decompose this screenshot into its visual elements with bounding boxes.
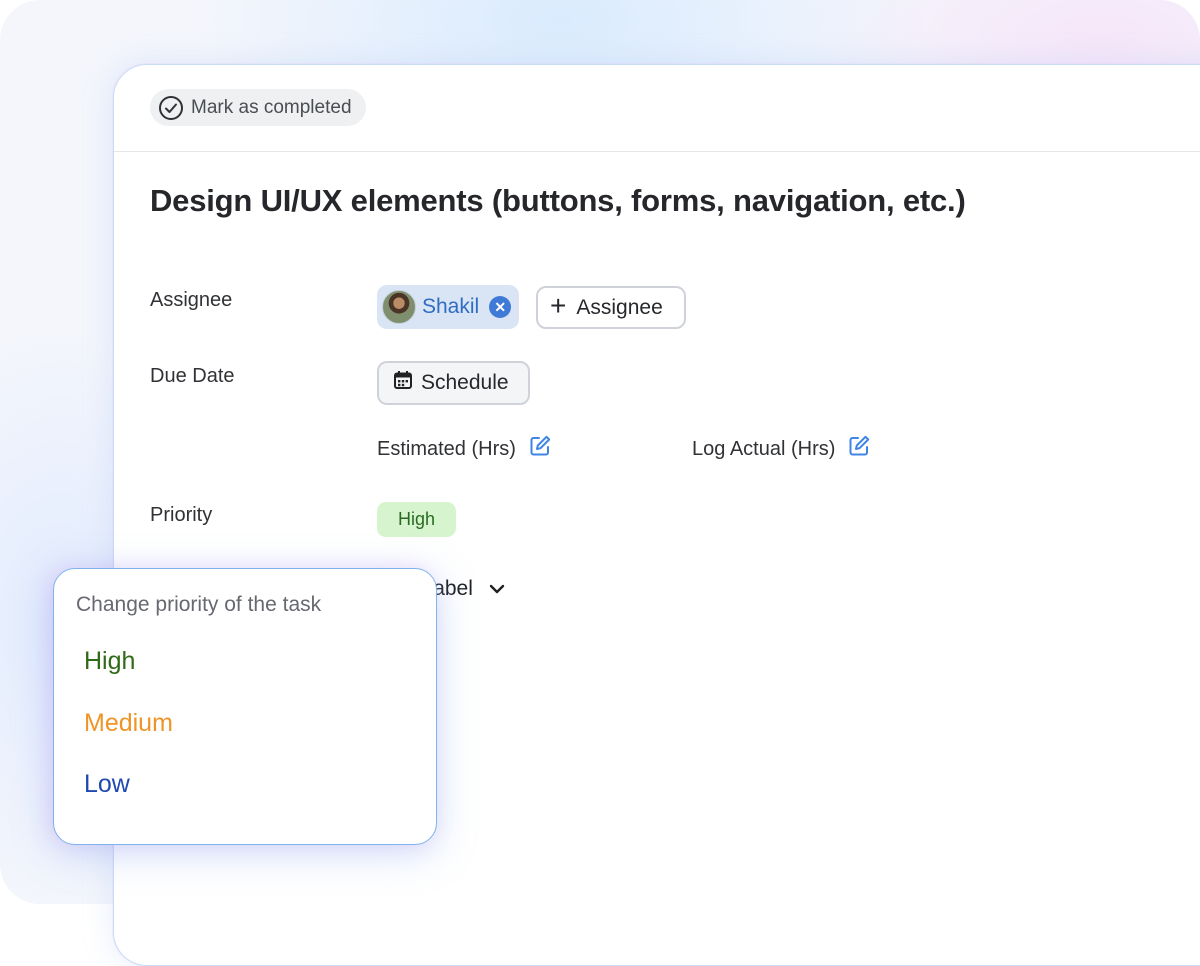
add-assignee-button[interactable]: + Assignee bbox=[536, 286, 686, 329]
actual-hours-field: Log Actual (Hrs) bbox=[692, 434, 871, 464]
schedule-button[interactable]: Schedule bbox=[377, 361, 530, 405]
mark-completed-button[interactable]: Mark as completed bbox=[150, 89, 366, 126]
due-date-field-label: Due Date bbox=[150, 365, 235, 387]
schedule-label: Schedule bbox=[421, 371, 509, 394]
popover-title: Change priority of the task bbox=[76, 593, 322, 616]
plus-icon: + bbox=[550, 290, 567, 321]
chevron-down-icon bbox=[489, 577, 505, 601]
priority-popover: Change priority of the task High Medium … bbox=[53, 568, 437, 845]
edit-icon[interactable] bbox=[528, 434, 552, 464]
priority-badge[interactable]: High bbox=[377, 502, 456, 537]
calendar-icon bbox=[393, 370, 413, 396]
edit-icon[interactable] bbox=[847, 434, 871, 464]
priority-option-low[interactable]: Low bbox=[84, 770, 130, 799]
assignee-chip[interactable]: Shakil ✕ bbox=[377, 285, 520, 329]
estimated-hours-label: Estimated (Hrs) bbox=[377, 437, 516, 460]
assignee-field-label: Assignee bbox=[150, 289, 233, 311]
actual-hours-label: Log Actual (Hrs) bbox=[692, 437, 836, 460]
check-circle-icon bbox=[158, 95, 184, 121]
priority-option-medium[interactable]: Medium bbox=[84, 709, 173, 738]
estimated-hours-field: Estimated (Hrs) bbox=[377, 434, 552, 464]
close-icon[interactable]: ✕ bbox=[489, 296, 512, 318]
priority-field-label: Priority bbox=[150, 504, 213, 526]
assignee-name: Shakil bbox=[422, 295, 480, 318]
avatar bbox=[382, 290, 416, 324]
task-title[interactable]: Design UI/UX elements (buttons, forms, n… bbox=[150, 183, 966, 219]
mark-completed-label: Mark as completed bbox=[191, 96, 352, 118]
add-assignee-label: Assignee bbox=[576, 295, 663, 319]
task-toolbar: Mark as completed bbox=[114, 65, 1200, 152]
priority-option-high[interactable]: High bbox=[84, 647, 135, 676]
